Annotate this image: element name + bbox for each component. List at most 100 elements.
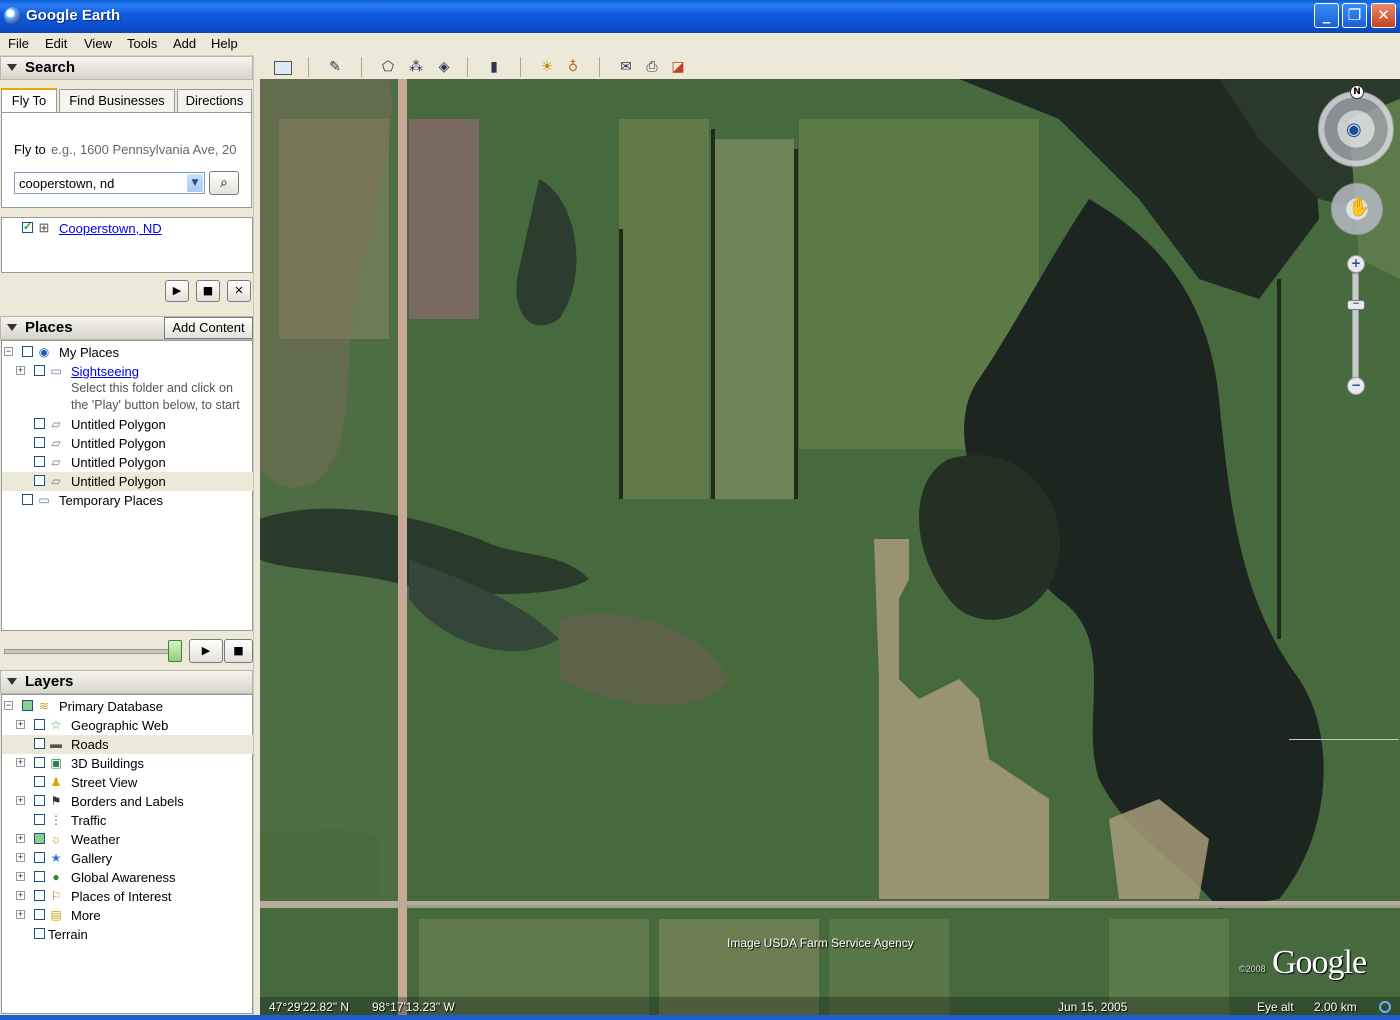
places-checkbox[interactable]	[22, 494, 33, 505]
search-panel-header[interactable]: Search	[0, 56, 253, 80]
result-link[interactable]: Cooperstown, ND	[59, 221, 162, 236]
hand-icon[interactable]: ✋	[1348, 197, 1370, 218]
eye-icon[interactable]: ◉	[1346, 119, 1362, 140]
expand-icon[interactable]: +	[16, 758, 25, 767]
look-around-control[interactable]: N ◉	[1318, 85, 1394, 167]
layer-checkbox[interactable]	[34, 795, 45, 806]
places-checkbox[interactable]	[34, 456, 45, 467]
tour-stop-icon[interactable]: ■	[224, 639, 253, 663]
expand-icon[interactable]: +	[16, 872, 25, 881]
overlay-icon[interactable]: ◈	[434, 58, 454, 76]
slider-thumb[interactable]	[168, 640, 182, 662]
layer-checkbox[interactable]	[34, 852, 45, 863]
layer-geographic-web[interactable]: + ☆ Geographic Web	[2, 716, 253, 735]
sky-icon[interactable]: ♁	[563, 58, 583, 76]
tab-fly-to[interactable]: Fly To	[1, 88, 57, 114]
layer-primary-database[interactable]: − ≋ Primary Database	[2, 697, 253, 716]
places-checkbox[interactable]	[34, 365, 45, 376]
collapse-icon[interactable]: −	[4, 701, 13, 710]
places-item-polygon-selected[interactable]: ▱ Untitled Polygon	[2, 472, 253, 491]
places-checkbox[interactable]	[34, 437, 45, 448]
expand-icon[interactable]: +	[16, 796, 25, 805]
search-input[interactable]: cooperstown, nd	[19, 176, 114, 191]
move-control[interactable]: ✋	[1331, 183, 1383, 235]
menu-file[interactable]: File	[8, 36, 29, 51]
layer-gallery[interactable]: + ★ Gallery	[2, 849, 253, 868]
close-icon[interactable]: ✕	[227, 280, 251, 302]
email-icon[interactable]: ✉	[616, 58, 636, 76]
sunlight-icon[interactable]: ☀	[537, 58, 557, 76]
collapse-triangle-icon[interactable]	[7, 324, 17, 331]
menu-view[interactable]: View	[84, 36, 112, 51]
menu-tools[interactable]: Tools	[127, 36, 157, 51]
expand-icon[interactable]: +	[16, 834, 25, 843]
places-checkbox[interactable]	[22, 346, 33, 357]
expand-icon[interactable]: +	[16, 910, 25, 919]
expand-icon[interactable]: +	[16, 853, 25, 862]
places-checkbox[interactable]	[34, 475, 45, 486]
layer-checkbox[interactable]	[34, 909, 45, 920]
zoom-slider-track[interactable]	[1352, 273, 1359, 390]
layer-street-view[interactable]: ♟ Street View	[2, 773, 253, 792]
layer-checkbox[interactable]	[22, 700, 33, 711]
layer-terrain[interactable]: Terrain	[2, 925, 253, 944]
layer-places-of-interest[interactable]: + ⚐ Places of Interest	[2, 887, 253, 906]
path-tool-icon[interactable]: ⁂	[406, 58, 426, 76]
layer-checkbox[interactable]	[34, 757, 45, 768]
add-content-button[interactable]: Add Content	[164, 317, 253, 339]
places-item-polygon[interactable]: ▱ Untitled Polygon	[2, 453, 253, 472]
sidebar-toggle-icon[interactable]	[274, 61, 292, 75]
splitter[interactable]	[253, 55, 260, 1018]
placemark-icon[interactable]: ✎	[325, 58, 345, 76]
layer-global-awareness[interactable]: + ● Global Awareness	[2, 868, 253, 887]
layer-checkbox[interactable]	[34, 871, 45, 882]
places-item-polygon[interactable]: ▱ Untitled Polygon	[2, 434, 253, 453]
layer-checkbox[interactable]	[34, 776, 45, 787]
places-checkbox[interactable]	[34, 418, 45, 429]
layer-roads[interactable]: ▬ Roads	[2, 735, 253, 754]
dropdown-arrow-icon[interactable]: ▼	[187, 174, 203, 192]
layer-traffic[interactable]: ⋮ Traffic	[2, 811, 253, 830]
search-result-row[interactable]: ✓ ⊞ Cooperstown, ND	[2, 219, 253, 238]
layers-panel-header[interactable]: Layers	[0, 670, 253, 694]
layer-checkbox[interactable]	[34, 719, 45, 730]
places-item-my-places[interactable]: − ◉ My Places	[2, 343, 253, 362]
tab-directions[interactable]: Directions	[177, 89, 252, 113]
places-item-temporary[interactable]: ▭ Temporary Places	[2, 491, 253, 510]
collapse-triangle-icon[interactable]	[7, 64, 17, 71]
layer-checkbox[interactable]	[34, 814, 45, 825]
minimize-button[interactable]: _	[1314, 3, 1339, 28]
layer-borders-labels[interactable]: + ⚑ Borders and Labels	[2, 792, 253, 811]
polygon-tool-icon[interactable]: ⬠	[378, 58, 398, 76]
layer-3d-buildings[interactable]: + ▣ 3D Buildings	[2, 754, 253, 773]
maximize-button[interactable]: ❐	[1342, 3, 1367, 28]
tour-speed-slider[interactable]	[4, 649, 182, 654]
tab-find-businesses[interactable]: Find Businesses	[59, 89, 175, 113]
fly-to-combobox[interactable]: cooperstown, nd ▼	[14, 172, 205, 194]
menu-help[interactable]: Help	[211, 36, 238, 51]
close-window-button[interactable]: ✕	[1371, 3, 1396, 28]
north-indicator[interactable]: N	[1350, 85, 1364, 99]
stop-icon[interactable]: ■	[196, 280, 220, 302]
collapse-icon[interactable]: −	[4, 347, 13, 356]
zoom-slider-thumb[interactable]: −	[1347, 299, 1365, 310]
tour-play-icon[interactable]: ▶	[189, 639, 223, 663]
layer-checkbox[interactable]	[34, 890, 45, 901]
expand-icon[interactable]: +	[16, 891, 25, 900]
magnifier-icon[interactable]: ⌕	[209, 171, 239, 195]
collapse-triangle-icon[interactable]	[7, 678, 17, 685]
earth-map-view[interactable]: N ◉ ✋ + − − Image USDA Farm Service Agen…	[259, 79, 1400, 1018]
layer-checkbox[interactable]	[34, 738, 45, 749]
menu-add[interactable]: Add	[173, 36, 196, 51]
google-maps-icon[interactable]: ◪	[668, 58, 688, 76]
expand-icon[interactable]: +	[16, 366, 25, 375]
places-item-polygon[interactable]: ▱ Untitled Polygon	[2, 415, 253, 434]
zoom-out-button[interactable]: −	[1347, 377, 1365, 395]
expand-icon[interactable]: +	[16, 720, 25, 729]
print-icon[interactable]: ⎙	[642, 58, 662, 76]
places-item-label[interactable]: Sightseeing	[71, 364, 139, 379]
zoom-in-button[interactable]: +	[1347, 255, 1365, 273]
play-icon[interactable]: ▶	[165, 280, 189, 302]
menu-edit[interactable]: Edit	[45, 36, 67, 51]
result-checkbox[interactable]: ✓	[22, 221, 33, 233]
